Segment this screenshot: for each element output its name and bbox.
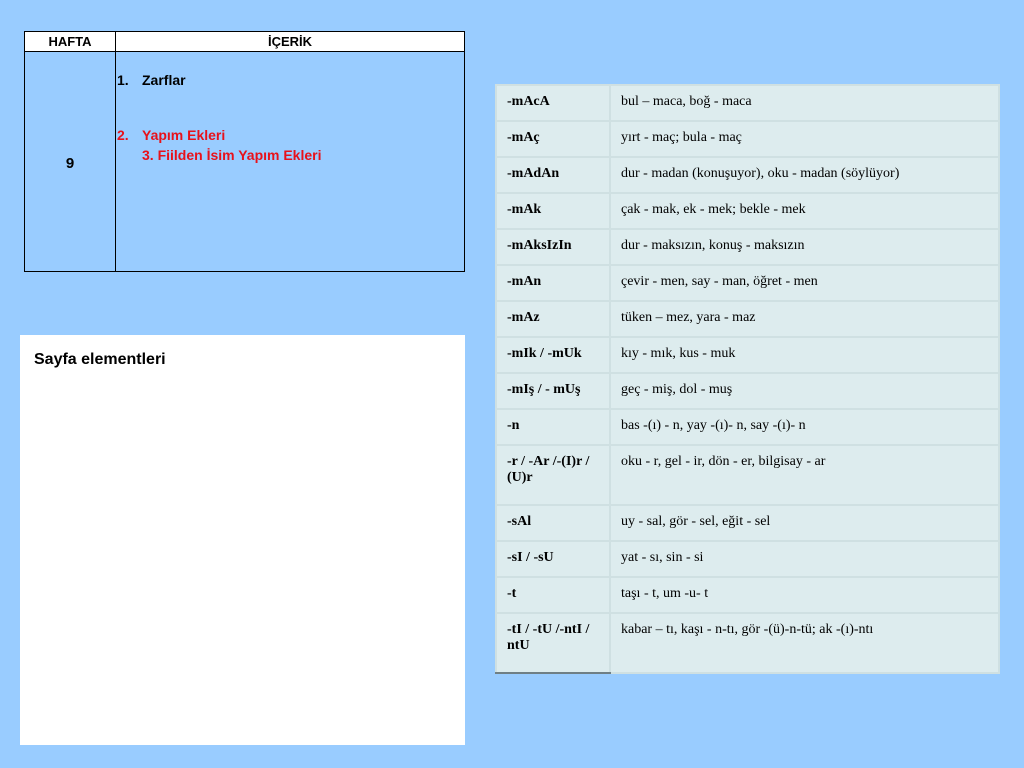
header-content: İÇERİK: [267, 34, 313, 49]
suffix-cell: -mIş / - mUş: [495, 372, 611, 410]
suffix-row: -mAç yırt - maç; bula - maç: [495, 120, 1000, 158]
suffix-cell: -sAl: [495, 504, 611, 542]
suffix-table: -mAcA bul – maca, boğ - maca -mAç yırt - ma…: [495, 84, 1000, 674]
example-cell: çevir - men, say - man, öğret - men: [609, 264, 1000, 302]
suffix-row: -t taşı - t, um -u- t: [495, 576, 1000, 614]
suffix-row: -mIk / -mUk kıy - mık, kus - muk: [495, 336, 1000, 374]
example-cell: oku - r, gel - ir, dön - er, bilgisay - …: [609, 444, 1000, 506]
example-cell: kabar – tı, kaşı - n-tı, gör -(ü)-n-tü; …: [609, 612, 1000, 674]
content-item-verb-to-noun-suffixes: 3. Fiilden İsim Yapım Ekleri: [142, 147, 321, 163]
content-item-derivational-suffixes: 2. Yapım Ekleri: [117, 127, 225, 143]
suffix-row: -tI / -tU /-ntI / ntU kabar – tı, kaşı - …: [495, 612, 1000, 674]
example-cell: yırt - maç; bula - maç: [609, 120, 1000, 158]
suffix-row: -mAk çak - mak, ek - mek; bekle - mek: [495, 192, 1000, 230]
suffix-table-body: -mAcA bul – maca, boğ - maca -mAç yırt - ma…: [495, 84, 1000, 674]
suffix-row: -mAdAn dur - madan (konuşuyor), oku - mad…: [495, 156, 1000, 194]
example-cell: uy - sal, gör - sel, eğit - sel: [609, 504, 1000, 542]
suffix-row: -n bas -(ı) - n, yay -(ı)- n, say -(ı)- n: [495, 408, 1000, 446]
week-table-header: HAFTA İÇERİK: [25, 32, 464, 52]
suffix-cell: -mAcA: [495, 84, 611, 122]
week-content-table: HAFTA İÇERİK 9 1. Zarflar 2. Yapım Ekleri …: [24, 31, 465, 272]
item-label: Yapım Ekleri: [142, 127, 226, 143]
example-cell: bul – maca, boğ - maca: [609, 84, 1000, 122]
suffix-cell: -tI / -tU /-ntI / ntU: [495, 612, 611, 674]
suffix-cell: -mAksIzIn: [495, 228, 611, 266]
suffix-row: -sI / -sU yat - sı, sin - si: [495, 540, 1000, 578]
suffix-cell: -mAk: [495, 192, 611, 230]
example-cell: çak - mak, ek - mek; bekle - mek: [609, 192, 1000, 230]
item-number: 2.: [117, 127, 129, 143]
example-cell: yat - sı, sin - si: [609, 540, 1000, 578]
suffix-row: -mAz tüken – mez, yara - maz: [495, 300, 1000, 338]
suffix-row: -mAksIzIn dur - maksızın, konuş - maksızı…: [495, 228, 1000, 266]
example-cell: geç - miş, dol - muş: [609, 372, 1000, 410]
item-number: 1.: [117, 72, 129, 88]
suffix-cell: -t: [495, 576, 611, 614]
panel-title: Sayfa elementleri: [34, 351, 166, 368]
suffix-cell: -mAn: [495, 264, 611, 302]
example-cell: tüken – mez, yara - maz: [609, 300, 1000, 338]
suffix-cell: -mAz: [495, 300, 611, 338]
suffix-row: -mAcA bul – maca, boğ - maca: [495, 84, 1000, 122]
week-number: 9: [65, 155, 75, 172]
suffix-row: -r / -Ar /-(I)r / (U)r oku - r, gel - ir,…: [495, 444, 1000, 506]
suffix-row: -mIş / - mUş geç - miş, dol - muş: [495, 372, 1000, 410]
column-divider: [115, 32, 116, 271]
example-cell: taşı - t, um -u- t: [609, 576, 1000, 614]
page-elements-panel: Sayfa elementleri: [20, 335, 465, 745]
header-week: HAFTA: [48, 34, 92, 49]
content-item-adverbs: 1. Zarflar: [117, 72, 186, 88]
example-cell: kıy - mık, kus - muk: [609, 336, 1000, 374]
suffix-cell: -mAç: [495, 120, 611, 158]
suffix-cell: -n: [495, 408, 611, 446]
item-label: Zarflar: [142, 72, 186, 88]
suffix-cell: -sI / -sU: [495, 540, 611, 578]
example-cell: bas -(ı) - n, yay -(ı)- n, say -(ı)- n: [609, 408, 1000, 446]
example-cell: dur - maksızın, konuş - maksızın: [609, 228, 1000, 266]
suffix-cell: -mAdAn: [495, 156, 611, 194]
suffix-row: -sAl uy - sal, gör - sel, eğit - sel: [495, 504, 1000, 542]
suffix-cell: -mIk / -mUk: [495, 336, 611, 374]
example-cell: dur - madan (konuşuyor), oku - madan (sö…: [609, 156, 1000, 194]
item-label: 3. Fiilden İsim Yapım Ekleri: [142, 147, 322, 163]
suffix-cell: -r / -Ar /-(I)r / (U)r: [495, 444, 611, 506]
suffix-row: -mAn çevir - men, say - man, öğret - men: [495, 264, 1000, 302]
